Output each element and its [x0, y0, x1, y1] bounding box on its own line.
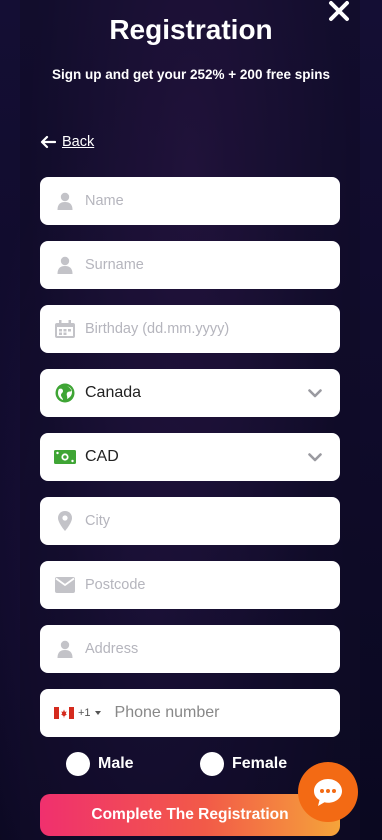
city-field[interactable]: City [40, 497, 340, 545]
gender-female-option[interactable]: Female [200, 752, 287, 776]
country-select[interactable]: Canada [40, 369, 340, 417]
mailbox-icon [54, 574, 76, 596]
modal-title: Registration [109, 14, 273, 45]
globe-icon [54, 382, 76, 404]
male-radio[interactable] [66, 752, 90, 776]
caret-down-icon [94, 711, 101, 715]
user-icon [54, 638, 76, 660]
back-label: Back [62, 134, 95, 150]
phone-placeholder: Phone number [114, 704, 220, 721]
location-pin-icon [54, 510, 76, 532]
back-link[interactable]: Back [40, 134, 94, 150]
country-code-dropdown[interactable]: +1 [54, 707, 101, 719]
male-label: Male [98, 755, 134, 772]
chevron-down-icon [308, 385, 322, 403]
birthday-placeholder: Birthday (dd.mm.yyyy) [85, 321, 230, 337]
female-radio[interactable] [200, 752, 224, 776]
arrow-left-icon [40, 135, 56, 149]
chevron-down-icon [308, 449, 322, 467]
calendar-icon [54, 318, 76, 340]
birthday-field[interactable]: Birthday (dd.mm.yyyy) [40, 305, 340, 353]
name-placeholder: Name [85, 193, 124, 209]
surname-placeholder: Surname [85, 257, 144, 273]
gender-male-option[interactable]: Male [66, 752, 134, 776]
complete-registration-button[interactable]: Complete The Registration [40, 794, 340, 836]
name-field[interactable]: Name [40, 177, 340, 225]
female-label: Female [232, 755, 288, 772]
chat-bubble-icon [314, 779, 342, 806]
modal-subtitle: Sign up and get your 252% + 200 free spi… [52, 67, 330, 82]
user-icon [54, 190, 76, 212]
user-icon [54, 254, 76, 276]
surname-field[interactable]: Surname [40, 241, 340, 289]
banknote-icon [54, 446, 76, 468]
currency-value: CAD [85, 448, 119, 465]
country-code: +1 [78, 707, 91, 719]
canada-flag-icon [54, 707, 74, 719]
phone-field[interactable]: +1 Phone number [40, 689, 340, 737]
postcode-placeholder: Postcode [85, 577, 146, 593]
address-field[interactable]: Address [40, 625, 340, 673]
country-value: Canada [85, 384, 142, 401]
currency-select[interactable]: CAD [40, 433, 340, 481]
postcode-field[interactable]: Postcode [40, 561, 340, 609]
city-placeholder: City [85, 513, 110, 529]
address-placeholder: Address [85, 641, 139, 657]
chat-button[interactable] [298, 762, 358, 822]
